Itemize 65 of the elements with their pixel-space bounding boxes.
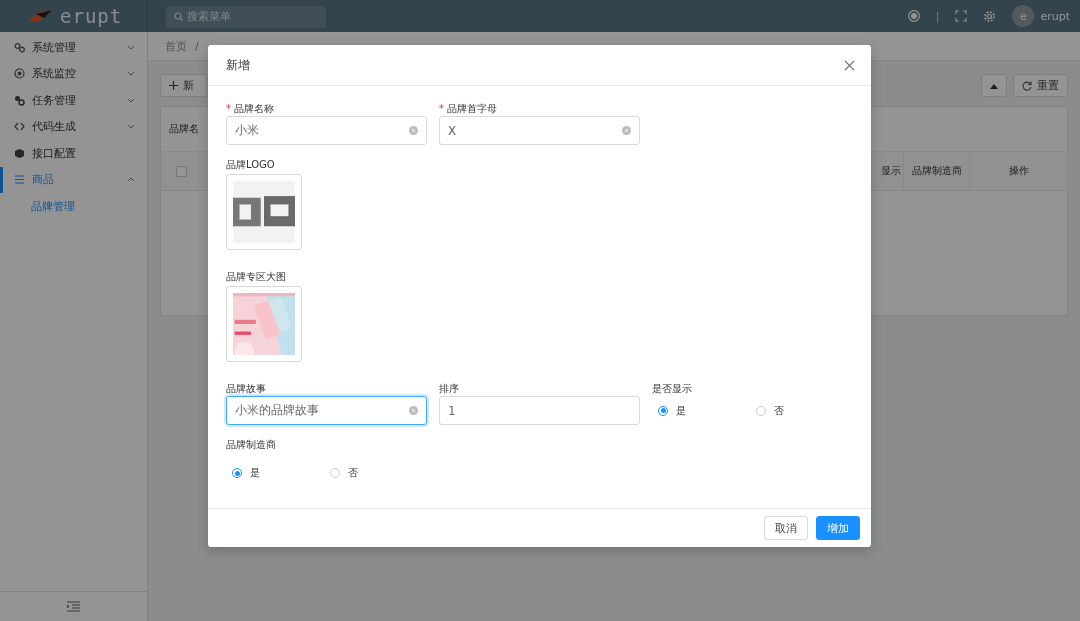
field-label: 品牌专区大图 xyxy=(226,271,286,282)
radio-label: 否 xyxy=(773,403,784,418)
text-field[interactable]: 小米 xyxy=(226,116,427,145)
code-icon xyxy=(14,121,25,133)
radio-button[interactable] xyxy=(658,405,668,416)
menu-item[interactable]: 任务管理 xyxy=(0,87,147,114)
field-label: 排序 xyxy=(439,383,459,394)
add-button[interactable]: 新 xyxy=(160,74,207,97)
required-mark: * xyxy=(226,103,231,114)
clear-icon[interactable] xyxy=(409,406,418,415)
gears-icon xyxy=(14,41,25,53)
text-field[interactable]: X xyxy=(439,116,640,145)
search-icon xyxy=(174,12,183,21)
submit-button[interactable]: 增加 xyxy=(816,516,860,540)
field-label: 是否显示 xyxy=(652,383,692,394)
radio-label: 是 xyxy=(676,403,686,418)
menu-fold-icon[interactable] xyxy=(67,601,80,612)
collapse-button[interactable] xyxy=(981,74,1007,97)
clear-icon[interactable] xyxy=(622,126,631,135)
field-label: 品牌名称 xyxy=(234,103,274,114)
radio-button[interactable] xyxy=(232,468,242,478)
upload-card[interactable] xyxy=(226,286,302,362)
close-icon[interactable] xyxy=(844,59,855,71)
radio-label: 否 xyxy=(347,466,358,480)
menu-item[interactable]: 代码生成 xyxy=(0,113,147,140)
caret-up-icon xyxy=(990,82,998,89)
target-icon xyxy=(14,68,25,80)
logo-icon xyxy=(26,8,54,24)
reset-button[interactable]: 重置 xyxy=(1013,74,1068,97)
column-header: 显示 xyxy=(881,164,901,178)
text-field[interactable]: 小米的品牌故事 xyxy=(226,396,427,425)
field-label: 品牌故事 xyxy=(226,383,266,394)
cancel-button[interactable]: 取消 xyxy=(764,516,808,540)
radio-button[interactable] xyxy=(329,468,340,478)
user-name[interactable]: erupt xyxy=(1040,9,1070,23)
divider-text: | xyxy=(935,9,940,23)
column-header: 操作 xyxy=(1008,164,1029,178)
breadcrumb-item: / xyxy=(195,39,199,53)
radio-button[interactable] xyxy=(755,405,766,416)
menu-item[interactable]: 系统管理 xyxy=(0,34,147,61)
circles-icon xyxy=(14,94,25,106)
dialog-title: 新增 xyxy=(226,56,251,74)
upload-card[interactable] xyxy=(226,174,302,250)
settings-icon[interactable] xyxy=(983,9,997,23)
radio-label: 是 xyxy=(250,466,260,480)
fullscreen-icon[interactable] xyxy=(955,10,968,22)
clear-icon[interactable] xyxy=(409,126,418,135)
cube-icon xyxy=(14,147,25,159)
text-field[interactable]: 1 xyxy=(439,396,640,425)
field-label: 品牌LOGO xyxy=(226,159,275,170)
field-label: 品牌首字母 xyxy=(447,103,497,114)
plus-icon xyxy=(169,81,178,90)
search-field[interactable]: 搜索菜单 xyxy=(166,5,326,28)
reload-icon xyxy=(1022,80,1032,91)
column-header: 品牌制造商 xyxy=(911,164,962,178)
logo-text: erupt xyxy=(60,5,123,27)
field-label: 品牌制造商 xyxy=(226,439,276,450)
required-mark: * xyxy=(439,103,444,114)
record-icon[interactable] xyxy=(907,10,920,22)
menu-item[interactable]: 系统监控 xyxy=(0,60,147,87)
menu-item[interactable]: 接口配置 xyxy=(0,140,147,167)
search-label: 品牌名 xyxy=(169,122,199,136)
checkbox[interactable] xyxy=(175,165,187,177)
breadcrumb-item: 首页 xyxy=(165,38,187,54)
list-icon xyxy=(14,174,25,186)
